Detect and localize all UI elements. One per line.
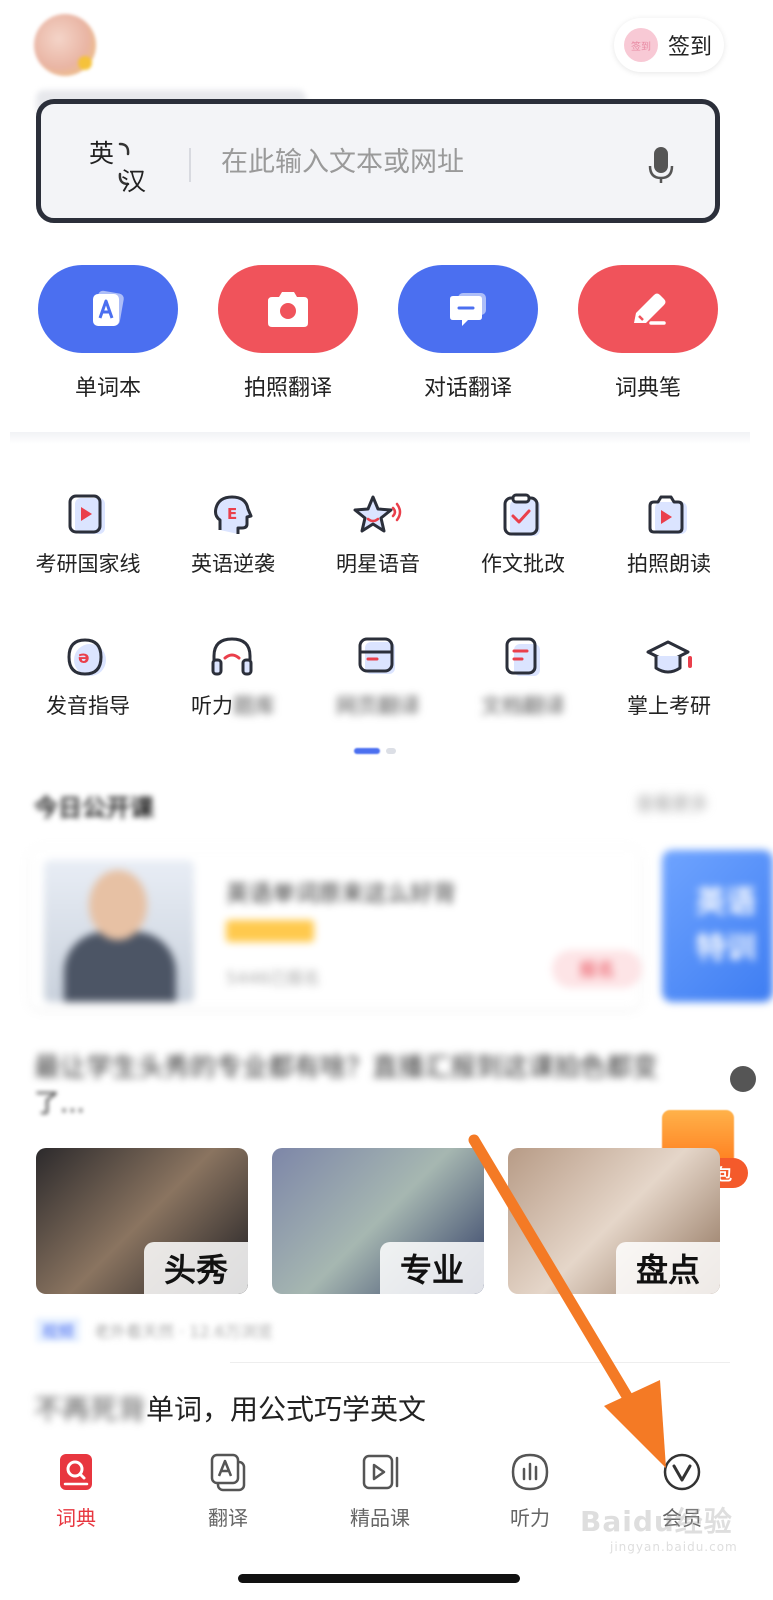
web-page-icon xyxy=(358,637,395,674)
see-more-link[interactable]: 查看更多 xyxy=(636,790,708,816)
enroll-button[interactable]: 报名 xyxy=(552,950,642,988)
video-thumbnail[interactable]: 头秀 xyxy=(36,1148,248,1294)
grid-item-english-comeback[interactable]: E 英语逆袭 xyxy=(160,492,306,602)
grid-item-essay-correction[interactable]: 作文批改 xyxy=(450,492,596,602)
translate-icon xyxy=(210,1453,246,1492)
chat-bubble-icon xyxy=(450,293,486,326)
document-icon xyxy=(505,637,540,676)
grid-label: 掌上考研 xyxy=(627,694,711,718)
language-switch[interactable]: 英 汉 xyxy=(89,134,159,196)
camera-icon xyxy=(268,292,308,327)
avatar[interactable] xyxy=(34,14,96,76)
promo-card[interactable]: 英语 特训 xyxy=(662,850,773,1002)
video-tag: 头秀 xyxy=(144,1242,248,1294)
vocabulary-book-label: 单词本 xyxy=(74,376,141,401)
clipboard-check-icon xyxy=(503,493,540,536)
grid-label: 发音指导 xyxy=(46,694,130,718)
top-bar: 签到 签到 xyxy=(0,0,773,95)
headphones-icon xyxy=(211,637,253,676)
article-meta: 视频 老外看天然 · 12.6万浏览 xyxy=(36,1318,273,1342)
pen-icon xyxy=(634,293,666,325)
checkin-button[interactable]: 签到 签到 xyxy=(614,18,724,72)
listening-icon xyxy=(511,1453,549,1491)
vocabulary-book-button[interactable] xyxy=(38,265,178,353)
video-thumbnail[interactable]: 盘点 xyxy=(508,1148,720,1294)
pronunciation-icon: ə xyxy=(67,638,106,676)
grid-label-blurred: 网页翻译 xyxy=(336,694,420,718)
checkin-badge: 签到 xyxy=(624,28,658,62)
video-tag: 盘点 xyxy=(616,1242,720,1294)
grid-item-photo-read[interactable]: 拍照朗读 xyxy=(596,492,742,602)
svg-text:E: E xyxy=(227,505,237,523)
grid-item-doc-translate[interactable]: 文档翻译 xyxy=(450,634,596,744)
dialogue-translate-label: 对话翻译 xyxy=(423,376,512,401)
course-meta: 5446已报名 xyxy=(226,969,321,989)
course-icon xyxy=(362,1454,399,1490)
course-tag xyxy=(226,920,314,942)
checkin-label: 签到 xyxy=(668,35,713,60)
grid-item-pronunciation[interactable]: ə 发音指导 xyxy=(15,634,161,744)
article-title[interactable]: 最让学生头秀的专业都有啥？直播汇报到这课拍色都变 了... xyxy=(34,1050,724,1122)
grid-label-blurred: 文档翻译 xyxy=(481,694,565,718)
camera-play-icon xyxy=(648,495,687,534)
section-separator xyxy=(10,432,750,444)
microphone-icon[interactable] xyxy=(646,146,676,184)
tab-translate[interactable]: 翻译 xyxy=(168,1452,288,1532)
search-box[interactable]: 英 汉 xyxy=(36,99,720,223)
grid-item-star-voice[interactable]: 明星语音 xyxy=(305,492,451,602)
graduation-cap-icon xyxy=(646,640,692,674)
course-title: 英语单词原来这么好背 xyxy=(226,881,456,907)
course-card[interactable]: 英语单词原来这么好背 5446已报名 报名 xyxy=(30,848,642,1008)
vip-icon xyxy=(663,1453,701,1491)
dialogue-translate-button[interactable] xyxy=(398,265,538,353)
grid-label: 听力题库 xyxy=(160,690,306,720)
home-indicator xyxy=(238,1574,520,1583)
tab-label: 翻译 xyxy=(208,1506,248,1530)
dictionary-pen-label: 词典笔 xyxy=(614,376,681,401)
grid-label: 作文批改 xyxy=(481,552,565,576)
grid-item-web-translate[interactable]: 网页翻译 xyxy=(305,634,451,744)
grid-label-visible: 听力 xyxy=(191,694,233,718)
bottom-article-title[interactable]: 不再死背单词，用公式巧学英文 xyxy=(34,1388,426,1428)
lang-from: 英 xyxy=(89,139,115,168)
avatar-badge xyxy=(78,56,92,70)
photo-translate-button[interactable] xyxy=(218,265,358,353)
page-indicator xyxy=(354,748,414,756)
head-e-icon: E xyxy=(214,495,253,534)
tab-listening[interactable]: 听力 xyxy=(470,1452,590,1532)
lang-to: 汉 xyxy=(121,167,147,196)
grid-label-blurred: 题库 xyxy=(233,694,275,718)
tab-label: 词典 xyxy=(56,1506,96,1530)
tab-dictionary[interactable]: 词典 xyxy=(16,1452,136,1532)
svg-text:ə: ə xyxy=(78,648,90,668)
grid-label: 考研国家线 xyxy=(35,552,141,576)
course-thumbnail xyxy=(44,860,194,1002)
vocabulary-book-icon xyxy=(93,290,124,326)
grid-label: 英语逆袭 xyxy=(191,552,275,576)
dictionary-icon xyxy=(60,1454,92,1490)
star-voice-icon xyxy=(353,495,402,533)
search-divider xyxy=(189,148,191,182)
watermark: Baidu经验 jingyan.baidu.com xyxy=(580,1505,738,1554)
grid-item-listening[interactable]: 听力题库 xyxy=(160,634,306,744)
grid-label: 明星语音 xyxy=(336,552,420,576)
search-input[interactable] xyxy=(221,134,621,190)
close-icon[interactable] xyxy=(730,1066,756,1092)
grid-item-mobile-exam[interactable]: 掌上考研 xyxy=(596,634,742,744)
photo-translate-label: 拍照翻译 xyxy=(243,376,332,401)
tab-label: 精品课 xyxy=(350,1506,410,1530)
video-tag: 专业 xyxy=(380,1242,484,1294)
tab-label: 听力 xyxy=(510,1506,550,1530)
video-thumbnail[interactable]: 专业 xyxy=(272,1148,484,1294)
tab-courses[interactable]: 精品课 xyxy=(320,1452,440,1532)
play-card-icon xyxy=(68,494,105,534)
open-class-title: 今日公开课 xyxy=(34,794,154,822)
divider xyxy=(230,1362,730,1363)
dictionary-pen-button[interactable] xyxy=(578,265,718,353)
grid-item-exam-line[interactable]: 考研国家线 xyxy=(15,492,161,602)
grid-label: 拍照朗读 xyxy=(627,552,711,576)
